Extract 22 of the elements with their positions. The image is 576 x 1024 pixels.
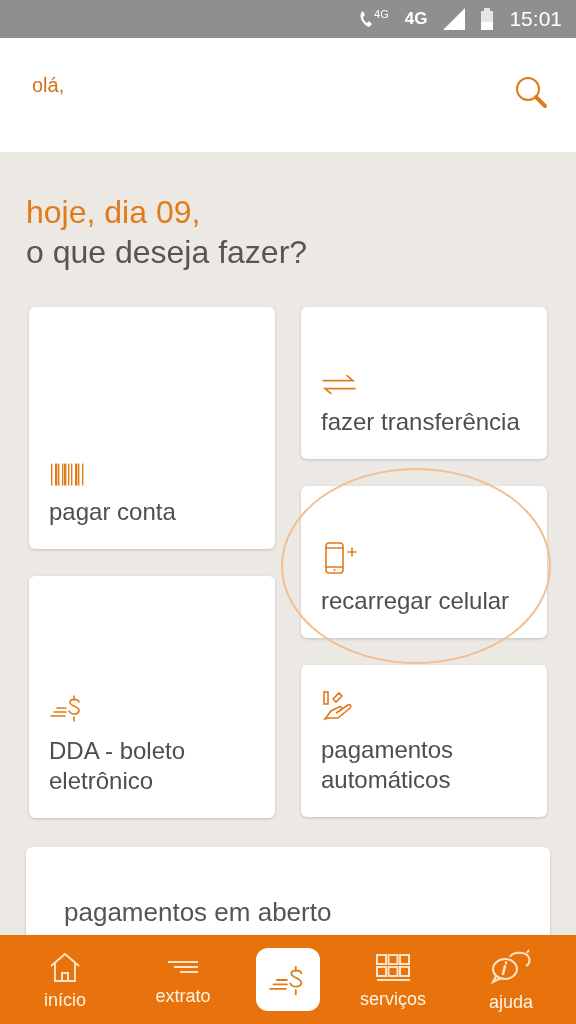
home-icon — [48, 951, 82, 983]
open-payments-title: pagamentos em aberto — [64, 897, 332, 927]
phone-call-icon — [358, 9, 375, 29]
signal-icon — [443, 8, 466, 30]
action-card[interactable]: pagamentos automáticos — [301, 665, 547, 817]
help-chat-icon — [490, 949, 532, 985]
search-button[interactable] — [514, 75, 550, 111]
search-icon — [514, 75, 550, 111]
action-card[interactable]: pagar conta — [29, 307, 275, 549]
barcode-icon — [49, 461, 85, 487]
action-card[interactable]: recarregar celular — [301, 486, 547, 638]
question-heading: o que deseja fazer? — [26, 233, 309, 272]
network-label: 4G — [404, 8, 428, 31]
greeting: olá, — [32, 73, 65, 98]
clock: 15:01 — [509, 6, 562, 33]
action-card[interactable]: fazer transferência — [301, 307, 547, 459]
action-card[interactable]: DDA - boleto eletrônico — [29, 576, 275, 818]
battery-icon — [481, 8, 494, 30]
date-heading: hoje, dia 09, — [26, 193, 202, 232]
grid-icon — [375, 952, 411, 982]
pay-button[interactable] — [256, 948, 320, 1011]
call-network-label: 4G — [374, 9, 389, 20]
